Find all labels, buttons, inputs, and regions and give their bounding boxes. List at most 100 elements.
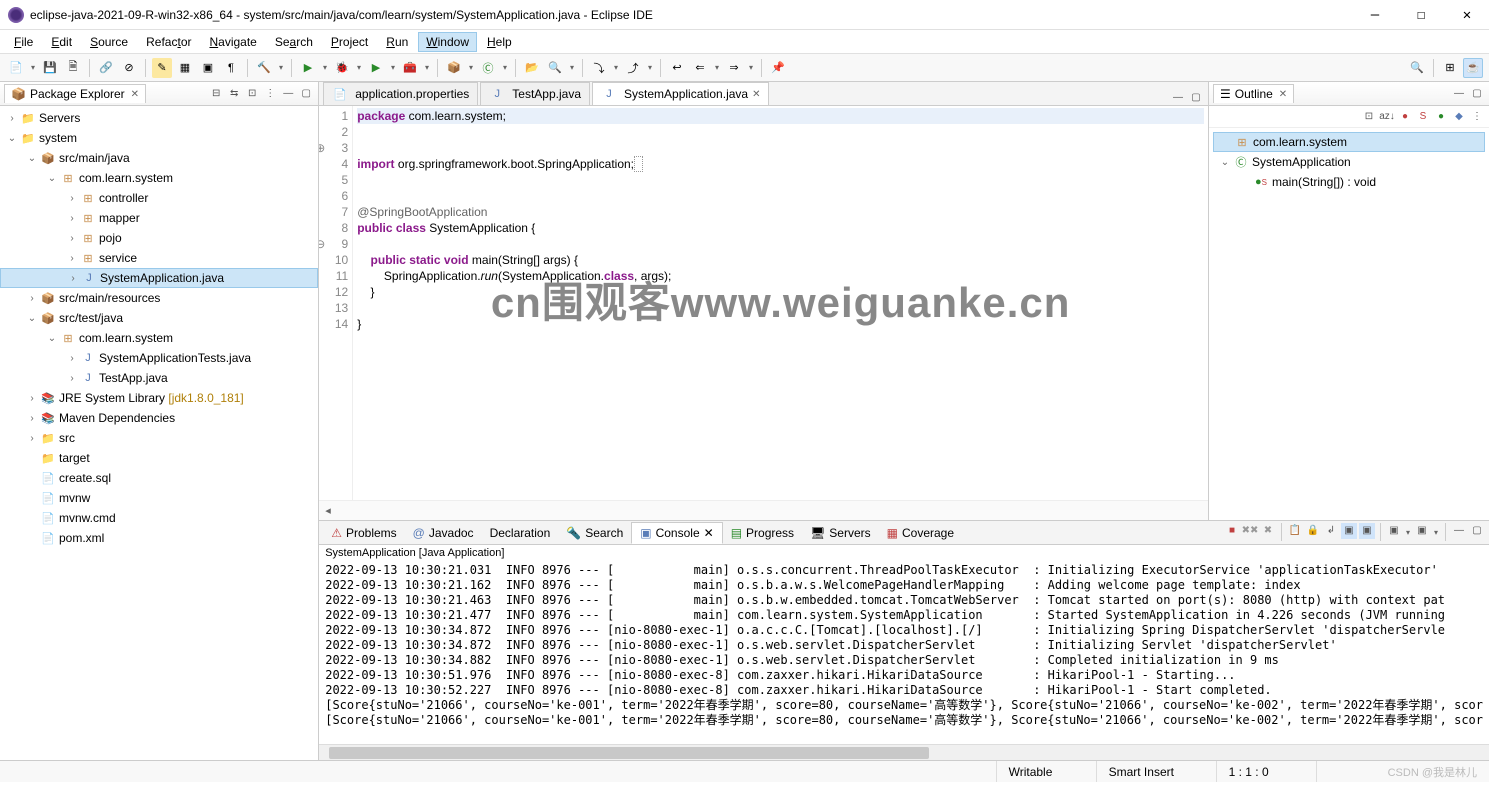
maximize-view-button[interactable]: ▢ <box>1469 86 1485 102</box>
next-annotation-button[interactable]: ⤵ <box>589 58 609 78</box>
toggle-highlight-button[interactable]: ✎ <box>152 58 172 78</box>
menu-source[interactable]: Source <box>82 32 136 52</box>
minimize-view-button[interactable]: — <box>280 86 296 102</box>
external-tools-button[interactable]: 🧰 <box>400 58 420 78</box>
outline-tab[interactable]: ☰ Outline ✕ <box>1213 84 1294 103</box>
tree-jre[interactable]: ›📚JRE System Library [jdk1.8.0_181] <box>0 388 318 408</box>
tree-test-package[interactable]: ⌄⊞com.learn.system <box>0 328 318 348</box>
maximize-view-button[interactable]: ▢ <box>298 86 314 102</box>
focus-button[interactable]: ⊡ <box>1361 109 1377 125</box>
tree-servers[interactable]: ›📁Servers <box>0 108 318 128</box>
console-scrollbar[interactable] <box>319 744 1489 760</box>
tree-pojo[interactable]: ›⊞pojo <box>0 228 318 248</box>
build-button[interactable]: 🔨 <box>254 58 274 78</box>
tab-search[interactable]: 🔦Search <box>558 523 631 543</box>
display-console-button[interactable]: ▣ <box>1414 523 1430 539</box>
tab-testapp[interactable]: JTestApp.java <box>480 82 590 105</box>
tree-src-main-java[interactable]: ⌄📦src/main/java <box>0 148 318 168</box>
tree-testapp[interactable]: ›JTestApp.java <box>0 368 318 388</box>
hide-local-button[interactable]: ◆ <box>1451 109 1467 125</box>
menu-edit[interactable]: Edit <box>43 32 80 52</box>
tree-maven[interactable]: ›📚Maven Dependencies <box>0 408 318 428</box>
link-editor-button[interactable]: ⇆ <box>226 86 242 102</box>
maximize-editor-button[interactable]: ▢ <box>1188 89 1204 105</box>
new-package-button[interactable]: 📦 <box>444 58 464 78</box>
prev-annotation-button[interactable]: ⤴ <box>623 58 643 78</box>
word-wrap-button[interactable]: ↲ <box>1323 523 1339 539</box>
run-button[interactable]: ▶ <box>298 58 318 78</box>
pin-button[interactable]: 📌 <box>768 58 788 78</box>
hide-fields-button[interactable]: ● <box>1397 109 1413 125</box>
pin-console-button[interactable]: ▣ <box>1341 523 1357 539</box>
menu-project[interactable]: Project <box>323 32 376 52</box>
search-icon[interactable]: 🔍 <box>1407 58 1427 78</box>
view-menu-button[interactable]: ⋮ <box>1469 109 1485 125</box>
forward-button[interactable]: ⇒ <box>724 58 744 78</box>
tab-systemapplication[interactable]: JSystemApplication.java✕ <box>592 82 769 105</box>
tree-pom[interactable]: 📄pom.xml <box>0 528 318 548</box>
outline-package[interactable]: ⊞com.learn.system <box>1213 132 1485 152</box>
close-icon[interactable]: ✕ <box>1279 89 1287 100</box>
close-icon[interactable]: ✕ <box>131 89 139 100</box>
menu-search[interactable]: Search <box>267 32 321 52</box>
sort-button[interactable]: az↓ <box>1379 109 1395 125</box>
remove-launch-button[interactable]: ✖✖ <box>1242 523 1258 539</box>
outline-main[interactable]: ●Smain(String[]) : void <box>1213 172 1485 192</box>
java-perspective-button[interactable]: ☕ <box>1463 58 1483 78</box>
menu-window[interactable]: Window <box>418 32 477 52</box>
tree-mvnw[interactable]: 📄mvnw <box>0 488 318 508</box>
close-icon[interactable]: ✕ <box>752 89 760 100</box>
tab-console[interactable]: ▣Console✕ <box>631 522 722 544</box>
code-content[interactable]: package com.learn.system; import org.spr… <box>353 106 1208 500</box>
remove-all-button[interactable]: ✖ <box>1260 523 1276 539</box>
focus-button[interactable]: ⊡ <box>244 86 260 102</box>
toggle-whitespace-button[interactable]: ¶ <box>221 58 241 78</box>
last-edit-button[interactable]: ↩ <box>667 58 687 78</box>
minimize-button[interactable]: — <box>1361 5 1389 25</box>
open-folder-button[interactable]: 📂 <box>522 58 542 78</box>
menu-help[interactable]: Help <box>479 32 520 52</box>
open-console-button[interactable]: ▣ <box>1386 523 1402 539</box>
search-button[interactable]: 🔍 <box>545 58 565 78</box>
menu-refactor[interactable]: Refactor <box>138 32 199 52</box>
close-button[interactable]: ✕ <box>1453 5 1481 25</box>
menu-run[interactable]: Run <box>378 32 416 52</box>
console-output[interactable]: 2022-09-13 10:30:21.031 INFO 8976 --- [ … <box>319 561 1489 744</box>
save-button[interactable]: 💾 <box>40 58 60 78</box>
tree-target[interactable]: 📁target <box>0 448 318 468</box>
tab-coverage[interactable]: ▦Coverage <box>879 523 962 543</box>
editor-breadcrumb[interactable]: ◂ <box>319 500 1208 520</box>
tree-systemapplication[interactable]: ›JSystemApplication.java <box>0 268 318 288</box>
tree-controller[interactable]: ›⊞controller <box>0 188 318 208</box>
view-menu-button[interactable]: ⋮ <box>262 86 278 102</box>
minimize-editor-button[interactable]: — <box>1170 89 1186 105</box>
tab-application-properties[interactable]: 📄application.properties <box>323 82 478 105</box>
tree-systests[interactable]: ›JSystemApplicationTests.java <box>0 348 318 368</box>
open-perspective-button[interactable]: ⊞ <box>1440 58 1460 78</box>
open-type-button[interactable]: 🔗 <box>96 58 116 78</box>
tab-problems[interactable]: ⚠Problems <box>323 523 404 543</box>
tab-servers[interactable]: 🖥Servers <box>802 523 879 543</box>
outline-class[interactable]: ⌄ⒸSystemApplication <box>1213 152 1485 172</box>
close-icon[interactable]: ✕ <box>704 526 714 540</box>
minimize-view-button[interactable]: — <box>1451 86 1467 102</box>
tree-project[interactable]: ⌄📁system <box>0 128 318 148</box>
tree-src[interactable]: ›📁src <box>0 428 318 448</box>
tree-mvnwcmd[interactable]: 📄mvnw.cmd <box>0 508 318 528</box>
explorer-tab[interactable]: 📦 Package Explorer ✕ <box>4 84 146 103</box>
tab-declaration[interactable]: Declaration <box>482 523 559 543</box>
hide-static-button[interactable]: S <box>1415 109 1431 125</box>
tab-javadoc[interactable]: @Javadoc <box>405 523 482 543</box>
new-class-button[interactable]: Ⓒ <box>478 58 498 78</box>
maximize-view-button[interactable]: ▢ <box>1469 523 1485 539</box>
show-console-button[interactable]: ▣ <box>1359 523 1375 539</box>
menu-navigate[interactable]: Navigate <box>201 32 264 52</box>
hide-nonpublic-button[interactable]: ● <box>1433 109 1449 125</box>
clear-console-button[interactable]: 📋 <box>1287 523 1303 539</box>
tree-mapper[interactable]: ›⊞mapper <box>0 208 318 228</box>
terminate-button[interactable]: ■ <box>1224 523 1240 539</box>
back-button[interactable]: ⇐ <box>690 58 710 78</box>
menu-file[interactable]: File <box>6 32 41 52</box>
maximize-button[interactable]: ☐ <box>1407 5 1435 25</box>
minimize-view-button[interactable]: — <box>1451 523 1467 539</box>
